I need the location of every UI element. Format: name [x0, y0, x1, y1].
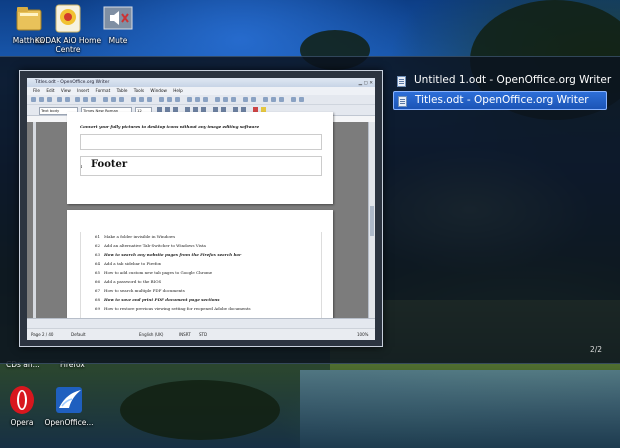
wallpaper-tree [120, 380, 280, 440]
list-item-number: 62 [94, 243, 100, 248]
list-item-text: How to restore previous viewing setting … [104, 306, 251, 311]
list-item-number: 63 [94, 252, 100, 257]
document-icon [397, 76, 406, 87]
menu-format: Format [95, 88, 111, 93]
status-style: Default [71, 332, 86, 337]
list-item-text: How to search any website pages from the… [104, 252, 242, 257]
writer-window-preview: Titles.odt - OpenOffice.org Writer ▁ ▢ ✕… [27, 78, 375, 340]
wallpaper-water [300, 370, 620, 448]
list-item-number: 61 [94, 234, 100, 239]
list-item-number: 65 [94, 270, 100, 275]
desktop-icon-openoffice[interactable]: OpenOffice... [34, 384, 104, 427]
menu-table: Table [116, 88, 128, 93]
menu-help: Help [173, 88, 183, 93]
list-item-text: Make a folder invisible in Windows [104, 234, 176, 239]
preview-status-bar: Page 2 / 40 Default English (UK) INSRT S… [27, 328, 375, 340]
list-item-text: Add an alternative Tab-Switcher to Windo… [104, 243, 206, 248]
window-controls-icon: ▁ ▢ ✕ [358, 81, 373, 86]
menu-edit: Edit [46, 88, 55, 93]
list-item-number: 66 [94, 279, 100, 284]
list-item-number: 68 [94, 297, 100, 302]
status-zoom: 100% [357, 332, 369, 337]
desktop-icon-mute[interactable]: Mute [83, 2, 153, 45]
list-item-text: How to search multiple PDF documents [104, 288, 185, 293]
page1-text-box [80, 134, 322, 150]
status-selection-mode: STD [199, 332, 208, 337]
status-language: English (UK) [139, 332, 164, 337]
switcher-item-titles-selected[interactable]: Titles.odt - OpenOffice.org Writer [393, 91, 607, 110]
switcher-page-counter: 2/2 [590, 345, 603, 354]
openoffice-icon [53, 384, 85, 416]
switcher-item-untitled[interactable]: Untitled 1.odt - OpenOffice.org Writer [393, 72, 611, 89]
preview-menu-bar: File Edit View Insert Format Table Tools… [27, 87, 375, 95]
preview-standard-toolbar [27, 95, 375, 105]
status-insert-mode: INSRT [179, 332, 191, 337]
desktop-icon-label: OpenOffice... [44, 418, 94, 427]
preview-page-2: 61 Make a folder invisible in Windows 62… [67, 210, 333, 330]
menu-insert: Insert [77, 88, 90, 93]
list-item-text: Add a tab sidebar to Firefox [104, 261, 161, 266]
kodak-icon [52, 2, 84, 34]
menu-tools: Tools [133, 88, 145, 93]
switcher-item-label: Untitled 1.odt - OpenOffice.org Writer [414, 74, 612, 86]
switcher-item-label: Titles.odt - OpenOffice.org Writer [415, 94, 589, 106]
list-item-text: Add a password to the BIOS [104, 279, 162, 284]
document-icon [398, 96, 407, 107]
preview-left-ruler [33, 122, 36, 318]
list-item-text: How to save and print PDF document page … [104, 297, 220, 302]
window-preview-thumbnail[interactable]: Titles.odt - OpenOffice.org Writer ▁ ▢ ✕… [19, 70, 383, 347]
menu-view: View [60, 88, 71, 93]
list-item-number: 64 [94, 261, 100, 266]
page1-top-line: Convert your fully pictures to desktop i… [80, 124, 260, 129]
preview-title-bar: Titles.odt - OpenOffice.org Writer ▁ ▢ ✕ [27, 78, 375, 87]
page1-footer-text: Footer [91, 159, 128, 170]
preview-vertical-scrollbar [368, 122, 375, 318]
menu-window: Window [150, 88, 167, 93]
list-item-number: 67 [94, 288, 100, 293]
preview-window-title: Titles.odt - OpenOffice.org Writer [35, 80, 110, 85]
list-item-number: 69 [94, 306, 100, 311]
menu-file: File [33, 88, 41, 93]
mute-icon [102, 2, 134, 34]
status-page: Page 2 / 40 [31, 332, 54, 337]
preview-page-1: Convert your fully pictures to desktop i… [67, 112, 333, 204]
list-item-text: How to add custom new tab pages to Googl… [104, 270, 213, 275]
preview-document-area: Convert your fully pictures to desktop i… [27, 112, 375, 330]
desktop-icon-label: Mute [108, 36, 128, 45]
